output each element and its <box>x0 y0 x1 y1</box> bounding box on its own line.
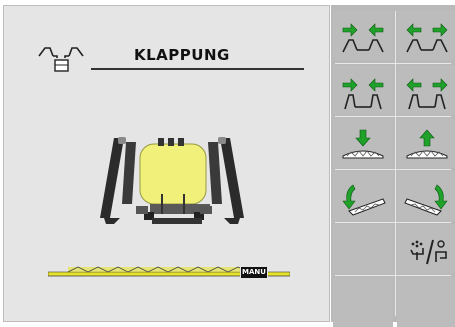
softkey-divider <box>335 169 451 170</box>
boom-fold-in-lower-icon <box>406 78 448 110</box>
softkey-divider <box>335 222 451 223</box>
fold-in-button[interactable] <box>397 10 455 60</box>
auto-manual-icon <box>410 239 447 265</box>
fold-out-lower-button[interactable] <box>333 65 393 115</box>
boom-fold-out-lower-icon <box>342 78 384 110</box>
softkey-empty[interactable] <box>397 277 455 327</box>
softkey-divider-vertical <box>395 11 396 316</box>
softkey-empty[interactable] <box>333 277 393 327</box>
boom-folding-icon <box>38 47 84 72</box>
tilt-left-button[interactable] <box>333 171 393 221</box>
main-panel: KLAPPUNG MANU <box>3 5 330 322</box>
raise-boom-button[interactable] <box>397 118 455 168</box>
boom-fold-out-icon <box>342 23 384 53</box>
tilt-right-button[interactable] <box>397 171 455 221</box>
page-title: KLAPPUNG <box>134 46 230 64</box>
boom-raise-icon <box>406 129 448 159</box>
fold-in-lower-button[interactable] <box>397 65 455 115</box>
lower-boom-button[interactable] <box>333 118 393 168</box>
softkey-divider <box>335 116 451 117</box>
boom-fold-in-icon <box>406 23 448 53</box>
softkey-divider <box>335 63 451 64</box>
fold-out-button[interactable] <box>333 10 393 60</box>
sprayer-front-view <box>100 137 244 224</box>
boom-tilt-left-icon <box>342 184 386 216</box>
boom-tilt-right-icon <box>404 184 448 216</box>
softkey-empty[interactable] <box>333 224 393 274</box>
auto-manual-button[interactable] <box>397 224 455 274</box>
softkey-panel <box>331 5 455 327</box>
mode-badge: MANU <box>240 266 268 279</box>
title-underline <box>91 68 304 70</box>
terminal-screen: KLAPPUNG MANU <box>0 0 455 327</box>
softkey-divider <box>335 275 451 276</box>
boom-lower-icon <box>342 129 384 159</box>
